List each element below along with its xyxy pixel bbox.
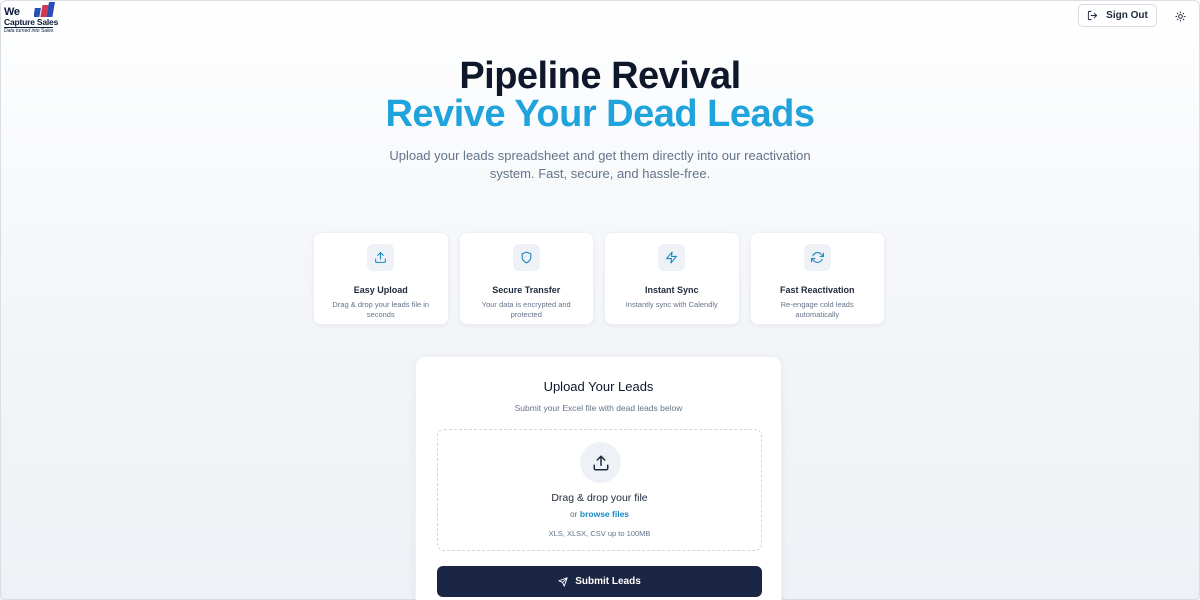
feature-card-fast-reactivation: Fast Reactivation Re-engage cold leads a…: [749, 232, 885, 325]
upload-subtitle: Submit your Excel file with dead leads b…: [514, 403, 683, 413]
feature-icon-wrap: [803, 244, 831, 271]
feature-description: Drag & drop your leads file in seconds: [332, 300, 430, 319]
sign-out-button[interactable]: Sign Out: [1078, 4, 1157, 27]
send-icon: [558, 576, 568, 587]
dropzone-icon-wrap: [580, 442, 621, 483]
refresh-icon: [810, 252, 824, 263]
feature-description: Instantly sync with Calendly: [625, 300, 718, 309]
file-dropzone[interactable]: Drag & drop your file or browse files XL…: [437, 429, 762, 551]
feature-title: Secure Transfer: [492, 285, 561, 295]
hero-description: Upload your leads spreadsheet and get th…: [389, 148, 811, 181]
upload-card: Upload Your Leads Submit your Excel file…: [415, 356, 782, 600]
logo: We Capture Sales Data turned into Sales: [4, 2, 66, 34]
dropzone-or-line: or browse files: [438, 509, 761, 519]
theme-toggle-button[interactable]: [1170, 6, 1190, 26]
feature-icon-wrap: [512, 244, 540, 271]
feature-card-easy-upload: Easy Upload Drag & drop your leads file …: [313, 232, 449, 325]
browse-files-link[interactable]: browse files: [580, 509, 629, 519]
upload-icon: [593, 455, 608, 470]
shield-icon: [521, 251, 532, 264]
sign-out-label: Sign Out: [1106, 10, 1148, 21]
logo-mark-icon: [34, 2, 55, 17]
sun-icon: [1174, 10, 1186, 22]
feature-icon-wrap: [658, 244, 686, 271]
feature-title: Instant Sync: [644, 285, 699, 295]
dropzone-formats: XLS, XLSX, CSV up to 100MB: [548, 529, 651, 538]
submit-leads-label: Submit Leads: [575, 576, 641, 587]
feature-description: Re-engage cold leads automatically: [780, 300, 854, 319]
feature-title: Fast Reactivation: [779, 285, 855, 295]
logo-tagline: Data turned into Sales: [4, 27, 54, 34]
feature-title: Easy Upload: [353, 285, 408, 295]
dropzone-or: or: [569, 509, 578, 519]
page-subtitle: Revive Your Dead Leads: [385, 93, 815, 135]
upload-title: Upload Your Leads: [543, 379, 654, 394]
feature-description: Your data is encrypted and protected: [481, 300, 571, 319]
dropzone-title: Drag & drop your file: [551, 492, 648, 504]
logo-name: Capture Sales: [4, 17, 59, 27]
feature-cards: Easy Upload Drag & drop your leads file …: [313, 232, 885, 325]
lightning-icon: [666, 251, 678, 264]
submit-leads-button[interactable]: Submit Leads: [437, 566, 762, 597]
feature-card-secure-transfer: Secure Transfer Your data is encrypted a…: [458, 232, 594, 325]
log-out-icon: [1088, 10, 1098, 21]
feature-card-instant-sync: Instant Sync Instantly sync with Calendl…: [604, 232, 740, 325]
feature-icon-wrap: [367, 244, 395, 271]
upload-icon: [375, 252, 387, 263]
